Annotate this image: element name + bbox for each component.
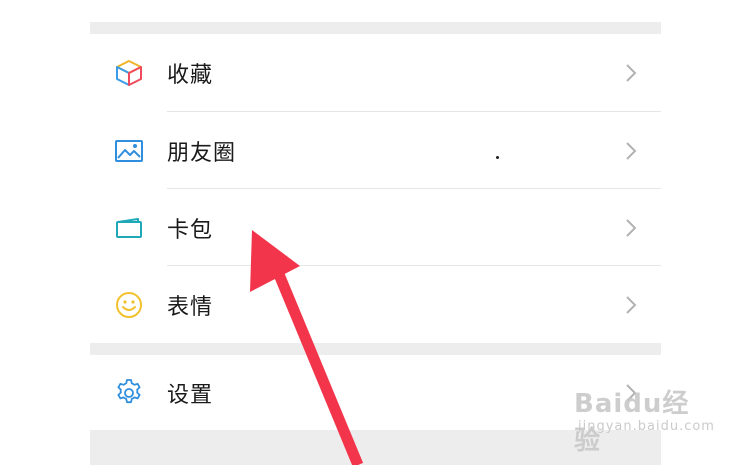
card-wallet-icon — [116, 217, 142, 238]
chevron-right-icon — [626, 141, 637, 160]
watermark-url: jingyan.baidu.com — [578, 419, 715, 434]
menu-item-stickers[interactable]: 表情 — [90, 266, 661, 343]
menu-item-moments[interactable]: 朋友圈 — [90, 112, 661, 189]
stray-dot — [496, 156, 499, 159]
favorites-cube-icon — [116, 59, 142, 86]
menu-item-label: 收藏 — [167, 62, 214, 88]
menu-item-label: 卡包 — [167, 217, 214, 243]
menu-item-label: 设置 — [167, 382, 214, 408]
menu-item-label: 表情 — [167, 294, 214, 320]
menu-item-favorites[interactable]: 收藏 — [90, 34, 661, 111]
gear-icon — [117, 378, 141, 403]
chevron-right-icon — [626, 63, 637, 82]
me-page-screen: 收藏 朋友圈 卡包 表情 设置 Baidu经验 jingyan.baidu.co… — [0, 0, 752, 465]
moments-image-icon — [115, 139, 143, 162]
section-gap-top — [90, 22, 661, 34]
baidu-jingyan-watermark: Baidu经验 jingyan.baidu.com — [574, 383, 715, 456]
menu-item-label: 朋友圈 — [167, 140, 237, 166]
sticker-smile-icon — [116, 291, 142, 318]
menu-item-card-wallet[interactable]: 卡包 — [90, 189, 661, 266]
chevron-right-icon — [626, 295, 637, 314]
chevron-right-icon — [626, 218, 637, 237]
section-gap-middle — [90, 343, 661, 355]
